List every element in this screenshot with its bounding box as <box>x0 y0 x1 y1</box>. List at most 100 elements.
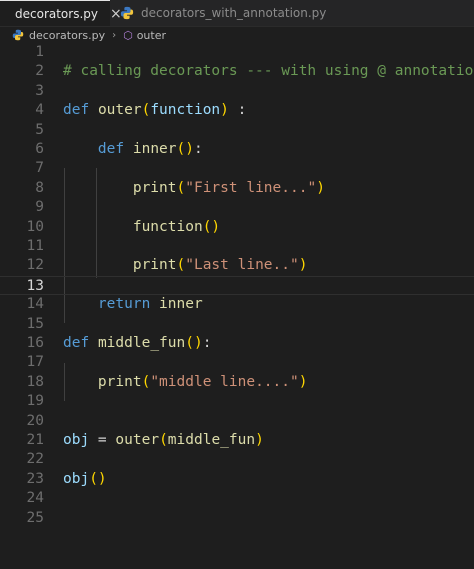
code-line-9[interactable]: 9 <box>0 198 474 217</box>
bracket-token: ( <box>176 257 186 274</box>
code-text: print("First line...") <box>63 179 325 198</box>
line-number: 24 <box>26 490 44 507</box>
code-line-21[interactable]: 21 obj = outer(middle_fun) <box>0 431 474 450</box>
code-line-14[interactable]: 14 return inner <box>0 295 474 314</box>
code-line-13[interactable]: 13 <box>0 275 474 296</box>
line-number: 21 <box>26 432 44 448</box>
code-line-4[interactable]: 4 def outer(function) : <box>0 101 474 120</box>
function-token: print <box>132 257 177 274</box>
text-token: : <box>193 141 203 157</box>
code-text: def middle_fun(): <box>63 334 211 353</box>
tab-label: decorators.py <box>15 6 98 21</box>
bracket-token: ( <box>159 432 168 448</box>
code-line-24[interactable]: 24 <box>0 489 474 508</box>
breadcrumb-file[interactable]: decorators.py <box>29 29 105 42</box>
code-line-7[interactable]: 7 <box>0 159 474 178</box>
keyword-token: def <box>63 335 90 351</box>
variable-token: obj <box>63 432 90 448</box>
string-token: "First line..." <box>185 179 317 196</box>
line-number: 6 <box>35 141 44 157</box>
line-number: 19 <box>26 393 44 410</box>
bracket-token: () <box>89 470 107 487</box>
line-number: 15 <box>26 315 44 332</box>
code-text: return inner <box>63 295 203 314</box>
line-number: 5 <box>35 121 44 138</box>
bracket-token: ( <box>176 179 186 196</box>
code-line-25[interactable]: 25 <box>0 509 474 528</box>
code-text: def outer(function) : <box>63 101 246 120</box>
function-token: function <box>132 218 203 235</box>
string-token: "Last line.." <box>185 257 299 274</box>
line-number: 11 <box>26 238 44 254</box>
line-number: 1 <box>35 44 44 60</box>
code-line-19[interactable]: 19 <box>0 392 474 411</box>
line-number: 23 <box>26 470 44 487</box>
text-token: : <box>202 335 212 351</box>
code-line-12[interactable]: 12 print("Last line..") <box>0 256 474 275</box>
tab-decorators-with-annotation-py[interactable]: decorators_with_annotation.py <box>112 0 326 26</box>
cube-icon: ⬡ <box>123 28 133 42</box>
tab-bar: decorators.py × decorators_with_annotati… <box>0 0 474 27</box>
code-line-8[interactable]: 8 print("First line...") <box>0 179 474 198</box>
function-token: inner <box>159 296 203 313</box>
line-number: 18 <box>26 373 44 390</box>
code-line-20[interactable]: 20 <box>0 412 474 431</box>
code-text: print("Last line..") <box>63 256 308 275</box>
python-icon <box>120 6 134 20</box>
line-number: 9 <box>35 199 44 216</box>
bracket-token: () <box>185 335 203 351</box>
code-text: obj() <box>63 470 107 489</box>
function-token: outer <box>97 102 142 119</box>
code-line-18[interactable]: 18 print("middle line....") <box>0 373 474 392</box>
code-text: obj = outer(middle_fun) <box>63 431 264 450</box>
code-line-1[interactable]: 1 <box>0 43 474 62</box>
variable-token: function <box>150 102 221 119</box>
bracket-token: ) <box>298 257 308 274</box>
code-text: function() <box>63 218 220 237</box>
code-line-22[interactable]: 22 <box>0 450 474 469</box>
code-line-16[interactable]: 16 def middle_fun(): <box>0 334 474 353</box>
line-number: 8 <box>35 179 44 196</box>
code-line-6[interactable]: 6 def inner(): <box>0 140 474 159</box>
line-number: 13 <box>26 277 44 294</box>
bracket-token: () <box>176 141 194 157</box>
bracket-token: ) <box>298 373 308 390</box>
code-line-23[interactable]: 23 obj() <box>0 470 474 489</box>
comment-token: # calling decorators --- with using @ an… <box>63 63 474 80</box>
line-number: 17 <box>26 354 44 371</box>
line-number: 4 <box>35 102 44 119</box>
function-token: print <box>97 373 142 390</box>
line-number: 16 <box>26 335 44 351</box>
python-icon <box>12 29 24 41</box>
code-line-11[interactable]: 11 <box>0 237 474 256</box>
code-text: def inner(): <box>63 140 203 159</box>
code-text: print("middle line....") <box>63 373 308 392</box>
line-number: 25 <box>26 509 44 526</box>
code-text: # calling decorators --- with using @ an… <box>63 62 474 81</box>
line-number: 3 <box>35 82 44 99</box>
chevron-right-icon: › <box>112 29 117 41</box>
line-number: 20 <box>26 412 44 429</box>
code-line-17[interactable]: 17 <box>0 353 474 372</box>
code-line-10[interactable]: 10 function() <box>0 218 474 237</box>
bracket-token: () <box>202 218 221 235</box>
code-line-5[interactable]: 5 <box>0 121 474 140</box>
keyword-token: def <box>97 141 125 157</box>
function-token: inner <box>132 141 177 157</box>
tab-label: decorators_with_annotation.py <box>141 6 327 20</box>
code-line-2[interactable]: 2 # calling decorators --- with using @ a… <box>0 62 474 81</box>
breadcrumb-symbol[interactable]: outer <box>137 29 166 42</box>
code-line-15[interactable]: 15 <box>0 315 474 334</box>
function-token: middle_fun <box>97 335 186 351</box>
bracket-token: ) <box>220 102 229 119</box>
tab-decorators-py[interactable]: decorators.py × <box>0 0 122 26</box>
variable-token: obj <box>63 470 90 487</box>
code-line-3[interactable]: 3 <box>0 82 474 101</box>
